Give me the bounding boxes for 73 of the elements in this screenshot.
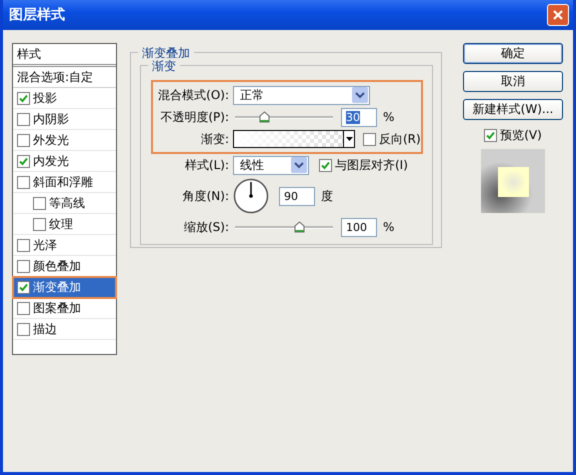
style-item[interactable]: 斜面和浮雕: [13, 172, 116, 193]
gradient-picker[interactable]: [233, 130, 355, 148]
angle-dial[interactable]: [233, 178, 269, 214]
close-icon: [552, 9, 564, 21]
style-label: 等高线: [49, 194, 85, 212]
scale-input[interactable]: 100: [341, 218, 377, 236]
style-label: 投影: [33, 90, 57, 106]
field-label: 混合模式(O):: [157, 86, 229, 104]
checkbox[interactable]: [17, 260, 30, 272]
checkbox[interactable]: [17, 112, 30, 126]
style-label: 内阴影: [33, 110, 69, 128]
checkbox[interactable]: [17, 280, 30, 294]
unit-label: %: [383, 220, 394, 234]
opacity-input[interactable]: 30: [341, 108, 377, 126]
field-label: 不透明度(P):: [159, 108, 229, 126]
style-item[interactable]: 纹理: [13, 214, 116, 235]
style-item[interactable]: 光泽: [13, 235, 116, 256]
style-label: 内发光: [33, 152, 69, 170]
unit-label: %: [383, 110, 394, 124]
checkbox-label: 反向(R): [379, 130, 421, 148]
checkbox[interactable]: [17, 176, 30, 188]
style-item[interactable]: 等高线: [13, 193, 116, 214]
checkbox[interactable]: [17, 322, 30, 336]
style-item[interactable]: 图案叠加: [13, 298, 116, 319]
scale-slider[interactable]: [235, 220, 333, 234]
style-label: 外发光: [33, 132, 69, 148]
checkbox[interactable]: [17, 238, 30, 252]
style-item[interactable]: 渐变叠加: [13, 277, 116, 298]
checkbox[interactable]: [17, 92, 30, 104]
checkbox-label: 与图层对齐(I): [335, 156, 408, 174]
field-label: 缩放(S):: [182, 218, 229, 236]
angle-input[interactable]: 90: [279, 186, 315, 206]
style-label: 光泽: [33, 236, 57, 254]
style-item[interactable]: 投影: [13, 88, 116, 109]
caret-icon: [346, 137, 352, 141]
style-label: 图案叠加: [33, 300, 81, 316]
checkbox[interactable]: [33, 218, 46, 230]
checkbox[interactable]: [484, 129, 498, 142]
style-label: 渐变叠加: [33, 278, 81, 296]
blend-options-item[interactable]: 混合选项:自定: [13, 67, 116, 88]
dialog-button[interactable]: 新建样式(W)...: [463, 99, 563, 120]
unit-label: 度: [321, 188, 333, 204]
slider-thumb[interactable]: [259, 111, 270, 123]
checkbox[interactable]: [363, 132, 376, 146]
window-title: 图层样式: [9, 6, 65, 24]
checkbox[interactable]: [17, 302, 30, 314]
preview-thumbnail-drawing: [481, 149, 545, 213]
style-item[interactable]: 内阴影: [13, 109, 116, 130]
style-item[interactable]: 内发光: [13, 151, 116, 172]
style-item[interactable]: 外发光: [13, 130, 116, 151]
field-label: 角度(N):: [182, 188, 229, 204]
style-dropdown[interactable]: 线性: [233, 156, 309, 174]
style-label: 纹理: [49, 216, 73, 232]
style-label: 颜色叠加: [33, 258, 81, 274]
checkbox-label: 预览(V): [500, 127, 542, 144]
close-button[interactable]: [547, 4, 569, 26]
style-item[interactable]: 描边: [13, 319, 116, 340]
blend-mode-dropdown[interactable]: 正常: [233, 86, 370, 104]
field-label: 渐变:: [200, 130, 229, 148]
dropdown-icon: [352, 87, 368, 103]
dialog-button[interactable]: 取消: [463, 71, 563, 92]
field-label: 样式(L):: [184, 156, 229, 174]
checkbox[interactable]: [33, 196, 46, 210]
style-label: 描边: [33, 320, 57, 338]
opacity-slider[interactable]: [235, 110, 333, 124]
dialog-button[interactable]: 确定: [463, 43, 563, 64]
checkbox[interactable]: [17, 154, 30, 168]
styles-header[interactable]: 样式: [13, 44, 116, 67]
slider-thumb[interactable]: [294, 221, 305, 233]
style-label: 斜面和浮雕: [33, 174, 93, 190]
checkbox[interactable]: [319, 158, 332, 172]
checkbox[interactable]: [17, 134, 30, 146]
dropdown-icon: [291, 157, 307, 173]
